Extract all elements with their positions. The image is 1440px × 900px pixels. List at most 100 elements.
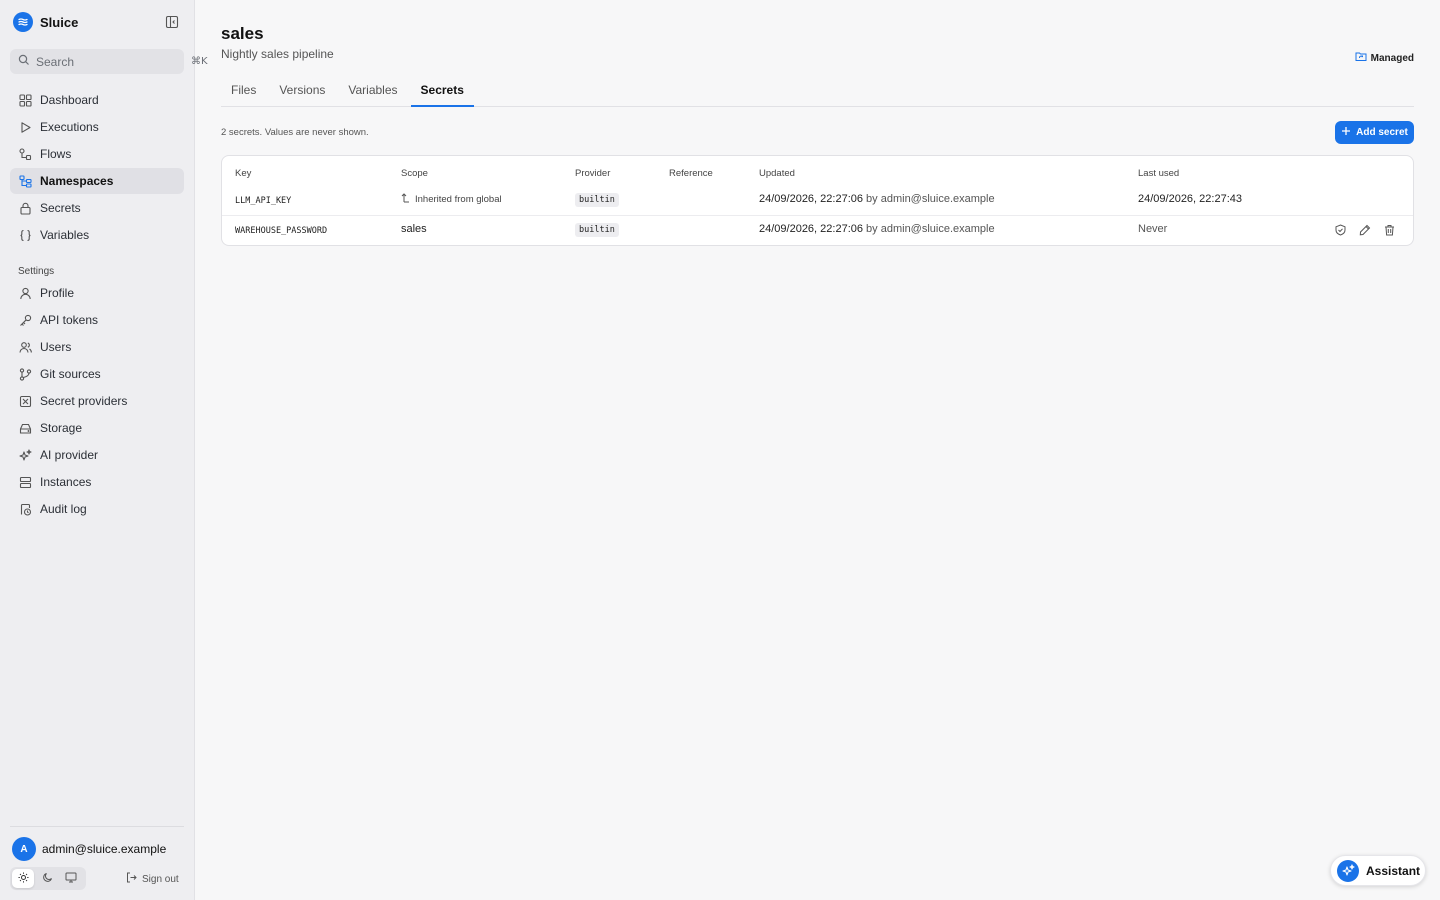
sidebar-item-executions[interactable]: Executions — [10, 114, 184, 140]
sidebar-item-label: Variables — [40, 228, 90, 242]
avatar: A — [12, 837, 36, 861]
shield-icon[interactable] — [1333, 223, 1347, 237]
tab-files[interactable]: Files — [221, 78, 266, 107]
sidebar-item-storage[interactable]: Storage — [10, 415, 184, 441]
moon-icon — [42, 871, 53, 886]
row-divider — [222, 215, 1413, 216]
add-secret-button[interactable]: Add secret — [1335, 121, 1414, 144]
git-branch-icon — [18, 367, 32, 381]
sidebar-item-label: AI provider — [40, 448, 99, 462]
column-header-reference: Reference — [669, 168, 713, 179]
main-nav: Dashboard Executions Flows Namespaces Se… — [10, 87, 184, 249]
assistant-button[interactable]: Assistant — [1330, 855, 1426, 886]
tab-variables[interactable]: Variables — [338, 78, 407, 107]
theme-light-button[interactable] — [12, 869, 34, 888]
secret-key: WAREHOUSE_PASSWORD — [235, 226, 328, 236]
updated-by: by admin@sluice.example — [866, 223, 995, 235]
sidebar-item-label: Executions — [40, 120, 99, 134]
managed-badge: Managed — [1355, 51, 1414, 65]
search-input[interactable] — [36, 54, 191, 69]
theme-system-button[interactable] — [60, 869, 82, 888]
sidebar-item-users[interactable]: Users — [10, 334, 184, 360]
dashboard-icon — [18, 93, 32, 107]
tab-secrets[interactable]: Secrets — [410, 78, 474, 107]
app-name: Sluice — [40, 14, 79, 30]
assistant-sparkles-icon — [1337, 859, 1359, 882]
settings-nav: Profile API tokens Users Git sources Sec… — [10, 280, 184, 523]
user-email: admin@sluice.example — [42, 842, 167, 856]
page-title: sales — [221, 24, 264, 43]
sidebar-item-git-sources[interactable]: Git sources — [10, 361, 184, 387]
sidebar-item-label: Users — [40, 340, 72, 354]
sidebar-item-label: Git sources — [40, 367, 101, 381]
folder-sync-icon — [1355, 51, 1367, 65]
edit-icon[interactable] — [1358, 223, 1372, 237]
add-secret-label: Add secret — [1356, 127, 1408, 138]
sign-out-icon — [126, 872, 137, 886]
user-account[interactable]: A admin@sluice.example — [12, 837, 166, 861]
sidebar-item-label: Secret providers — [40, 394, 128, 408]
namespaces-icon — [18, 174, 32, 188]
secret-scope: sales — [401, 223, 427, 235]
storage-icon — [18, 421, 32, 435]
inherit-arrow-icon — [401, 192, 411, 206]
settings-section-label: Settings — [18, 266, 55, 277]
sidebar-collapse-icon[interactable] — [165, 15, 179, 29]
secret-scope-label: Inherited from global — [415, 193, 502, 205]
sidebar-item-label: Namespaces — [40, 174, 114, 188]
sidebar-item-label: Flows — [40, 147, 72, 161]
sidebar-divider — [10, 826, 184, 827]
sidebar-item-secret-providers[interactable]: Secret providers — [10, 388, 184, 414]
sidebar-item-ai-provider[interactable]: AI provider — [10, 442, 184, 468]
provider-badge: builtin — [575, 193, 619, 207]
sidebar-item-api-tokens[interactable]: API tokens — [10, 307, 184, 333]
flows-icon — [18, 147, 32, 161]
sidebar-item-namespaces[interactable]: Namespaces — [10, 168, 184, 194]
brand[interactable]: Sluice — [13, 12, 78, 32]
secret-updated: 24/09/2026, 22:27:06 by admin@sluice.exa… — [759, 193, 995, 205]
plus-icon — [1341, 126, 1351, 139]
secret-updated: 24/09/2026, 22:27:06 by admin@sluice.exa… — [759, 223, 995, 235]
sidebar-item-label: Secrets — [40, 201, 81, 215]
tab-versions[interactable]: Versions — [269, 78, 335, 107]
secrets-table: Key Scope Provider Reference Updated Las… — [221, 155, 1414, 246]
secret-scope: Inherited from global — [401, 192, 502, 206]
secret-provider-icon — [18, 394, 32, 408]
audit-icon — [18, 502, 32, 516]
server-icon — [18, 475, 32, 489]
secret-last-used: Never — [1138, 223, 1168, 235]
braces-icon — [18, 228, 32, 242]
sidebar-item-label: Instances — [40, 475, 92, 489]
sign-out-button[interactable]: Sign out — [126, 872, 179, 886]
search-icon — [18, 54, 30, 69]
sidebar-item-profile[interactable]: Profile — [10, 280, 184, 306]
sidebar-item-label: API tokens — [40, 313, 99, 327]
theme-dark-button[interactable] — [36, 869, 58, 888]
secrets-count-hint: 2 secrets. Values are never shown. — [221, 127, 369, 138]
column-header-key: Key — [235, 168, 252, 179]
key-icon — [18, 313, 32, 327]
sidebar-item-variables[interactable]: Variables — [10, 222, 184, 248]
search-box[interactable]: ⌘K — [10, 49, 208, 74]
column-header-updated: Updated — [759, 168, 795, 179]
lock-icon — [18, 201, 32, 215]
users-icon — [18, 340, 32, 354]
provider-badge: builtin — [575, 223, 619, 237]
sluice-logo-icon — [13, 12, 33, 32]
sidebar-item-instances[interactable]: Instances — [10, 469, 184, 495]
sidebar-item-label: Dashboard — [40, 93, 99, 107]
sidebar-item-label: Storage — [40, 421, 83, 435]
sidebar-item-audit-log[interactable]: Audit log — [10, 496, 184, 522]
secret-last-used: 24/09/2026, 22:27:43 — [1138, 193, 1242, 205]
managed-label: Managed — [1370, 52, 1414, 64]
updated-time: 24/09/2026, 22:27:06 — [759, 223, 863, 235]
sidebar-item-secrets[interactable]: Secrets — [10, 195, 184, 221]
sidebar-item-flows[interactable]: Flows — [10, 141, 184, 167]
sun-icon — [18, 871, 29, 886]
trash-icon[interactable] — [1382, 223, 1396, 237]
updated-time: 24/09/2026, 22:27:06 — [759, 193, 863, 205]
sidebar-item-dashboard[interactable]: Dashboard — [10, 87, 184, 113]
column-header-last-used: Last used — [1138, 168, 1180, 179]
monitor-icon — [65, 871, 77, 886]
theme-toggle — [10, 867, 86, 890]
